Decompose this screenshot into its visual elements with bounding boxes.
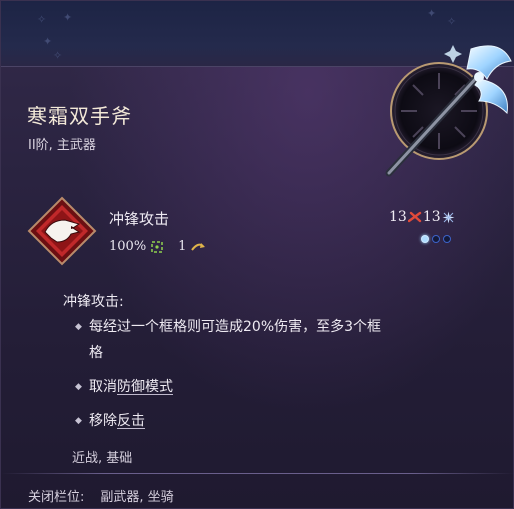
rune-glyph: ✦ — [63, 11, 73, 24]
crosshair-icon — [151, 240, 163, 253]
pip-empty — [432, 235, 440, 243]
bullet-diamond-icon: ◆ — [75, 322, 82, 332]
charge-attack-skill-icon[interactable] — [27, 196, 97, 266]
rune-glyph: ✦ — [427, 7, 437, 20]
rune-glyph: ✦ — [43, 35, 53, 48]
description-bullet: ◆ 每经过一个框格则可造成20%伤害，至多3个框 格 — [75, 314, 455, 366]
bullet-text: 每经过一个框格则可造成20%伤害，至多3个框 — [89, 319, 382, 335]
item-name: 寒霜双手斧 — [27, 104, 132, 128]
footer: 关闭栏位: 副武器, 坐骑 — [28, 486, 174, 505]
charge-pips — [421, 235, 451, 243]
bullet-diamond-icon: ◆ — [75, 382, 82, 392]
movement-arrow-icon — [191, 242, 206, 251]
closed-slots-label: 关闭栏位: — [28, 490, 85, 505]
keyword-link-counterattack[interactable]: 反击 — [117, 413, 145, 429]
footer-divider — [1, 473, 514, 474]
description-heading: 冲锋攻击: — [63, 294, 124, 310]
skill-stats: 100% 1 — [109, 239, 206, 254]
cost-secondary-value: 13 — [422, 209, 441, 225]
skill-cost: 13 13 — [389, 209, 455, 225]
rune-glyph: ✧ — [37, 13, 47, 26]
keyword-link-defense-mode[interactable]: 防御模式 — [117, 379, 173, 395]
rune-glyph: ✧ — [53, 49, 63, 62]
frost-axe-icon — [385, 45, 512, 177]
red-slash-icon — [407, 211, 422, 223]
pip-filled — [421, 235, 429, 243]
bullet-text: 取消 — [89, 379, 117, 395]
bullet-diamond-icon: ◆ — [75, 416, 82, 426]
item-tooltip: ✦ ✧ ✦ ✧ ✦ ✧ 寒霜双手斧 II阶, 主武器 冲锋攻击 100% 1 1… — [0, 0, 514, 509]
frost-star-icon — [442, 211, 455, 223]
pip-empty — [443, 235, 451, 243]
cost-primary-value: 13 — [389, 209, 407, 225]
item-subtitle: II阶, 主武器 — [28, 138, 96, 153]
skill-name: 冲锋攻击 — [109, 210, 170, 228]
bullet-text: 移除 — [89, 413, 117, 429]
description-bullet: ◆ 取消防御模式 — [75, 374, 173, 400]
accuracy-value: 100% — [109, 239, 147, 254]
bullet-text-continued: 格 — [89, 345, 103, 361]
skill-tags: 近战, 基础 — [72, 451, 133, 466]
description-bullet: ◆ 移除反击 — [75, 408, 145, 434]
range-value: 1 — [178, 239, 187, 254]
rune-glyph: ✧ — [447, 15, 457, 28]
closed-slots-value: 副武器, 坐骑 — [100, 490, 174, 505]
